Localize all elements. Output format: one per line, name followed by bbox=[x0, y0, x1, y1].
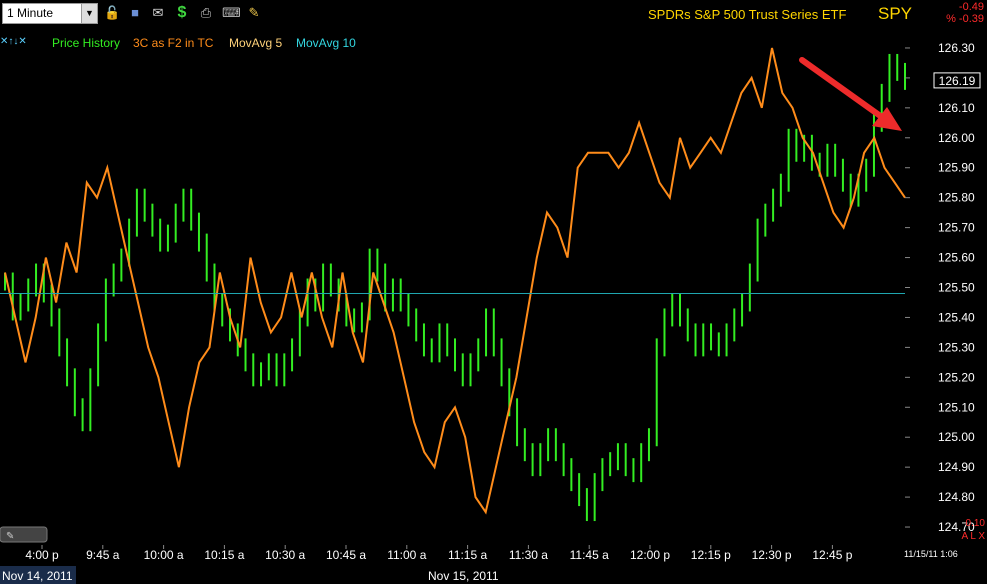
last-price-badge: 126.19 bbox=[933, 72, 981, 89]
timestamp: 11/15/11 1:06 bbox=[904, 549, 958, 559]
3c-series-line bbox=[4, 47, 906, 515]
x-tick-label: 4:00 p bbox=[25, 548, 59, 562]
y-tick-label: 125.40 bbox=[938, 310, 975, 324]
price-chart: 124.70124.80124.90125.00125.10125.20125.… bbox=[0, 41, 987, 584]
y-tick-label: 125.10 bbox=[938, 400, 975, 414]
y-tick-label: 126.00 bbox=[938, 131, 975, 145]
last-price-label: 126.19 bbox=[939, 74, 976, 88]
x-tick-label: 12:45 p bbox=[812, 548, 852, 562]
y-tick-label: 125.80 bbox=[938, 191, 975, 205]
x-tick-label: 10:15 a bbox=[204, 548, 244, 562]
y-tick-label: 125.00 bbox=[938, 430, 975, 444]
trend-arrow-icon bbox=[799, 57, 902, 131]
price-history-series bbox=[4, 53, 906, 522]
y-tick-label: 125.50 bbox=[938, 281, 975, 295]
y-tick-label: 126.10 bbox=[938, 101, 975, 115]
x-tick-label: 10:30 a bbox=[265, 548, 305, 562]
x-tick-label: 9:45 a bbox=[86, 548, 120, 562]
scroll-handle[interactable]: ✎ bbox=[0, 526, 48, 543]
indicator-value: 0.10 bbox=[966, 518, 986, 529]
y-tick-label: 124.90 bbox=[938, 460, 975, 474]
x-tick-label: 11:30 a bbox=[509, 548, 548, 562]
y-tick-label: 126.30 bbox=[938, 41, 975, 55]
date-left: Nov 14, 2011 bbox=[2, 569, 73, 583]
svg-text:✎: ✎ bbox=[6, 531, 14, 542]
x-tick-label: 12:00 p bbox=[630, 548, 670, 562]
y-tick-label: 124.80 bbox=[938, 490, 975, 504]
x-tick-label: 10:45 a bbox=[326, 548, 366, 562]
x-tick-label: 12:15 p bbox=[691, 548, 731, 562]
x-tick-label: 11:00 a bbox=[387, 548, 426, 562]
y-tick-label: 125.20 bbox=[938, 370, 975, 384]
indicator-label[interactable]: A L X bbox=[961, 531, 985, 542]
y-tick-label: 125.70 bbox=[938, 221, 975, 235]
date-center: Nov 15, 2011 bbox=[428, 569, 499, 583]
y-tick-label: 125.30 bbox=[938, 340, 975, 354]
x-tick-label: 11:45 a bbox=[570, 548, 609, 562]
y-tick-label: 125.90 bbox=[938, 161, 975, 175]
x-tick-label: 10:00 a bbox=[144, 548, 184, 562]
y-axis: 124.70124.80124.90125.00125.10125.20125.… bbox=[905, 41, 975, 534]
x-tick-label: 12:30 p bbox=[752, 548, 792, 562]
y-tick-label: 125.60 bbox=[938, 251, 975, 265]
x-tick-label: 11:15 a bbox=[448, 548, 487, 562]
